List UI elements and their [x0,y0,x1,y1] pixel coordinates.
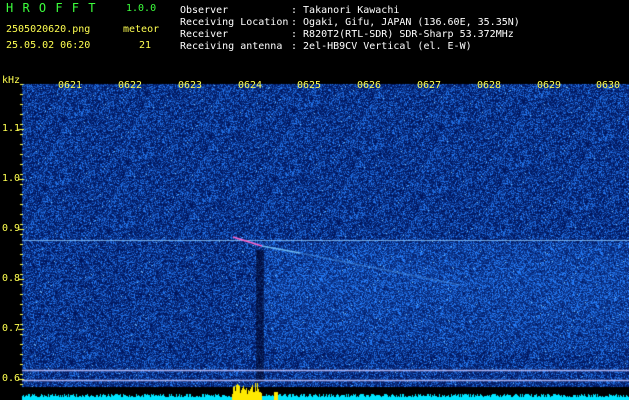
date-time: 25.05.02 06:20 [6,40,91,51]
app-title: H R O F F T [6,1,97,15]
info-label-receiver: Receiver [180,29,229,40]
x-tick-label: 0622 [118,80,143,91]
info-label-location: Receiving Location [180,17,289,28]
y-tick-label: 0.9 [1,223,20,234]
y-tick-label: 0.8 [1,273,20,284]
header-panel: H R O F F T 1.0.0 2505020620.png 25.05.0… [0,0,629,72]
x-tick-label: 0628 [477,80,502,91]
x-tick-label: 0627 [417,80,442,91]
x-tick-label: 0621 [58,80,83,91]
info-value-antenna: : 2el-HB9CV Vertical (el. E-W) [291,41,472,52]
file-name: 2505020620.png [6,24,91,35]
x-tick-label: 0625 [297,80,322,91]
x-tick-label: 0623 [178,80,203,91]
y-tick-label: 1.0 [1,173,20,184]
y-tick-label: 1.1 [1,123,20,134]
y-axis-unit: kHz [2,75,21,86]
x-tick-label: 0626 [357,80,382,91]
meteor-label: meteor [123,24,160,35]
info-value-receiver: : R820T2(RTL-SDR) SDR-Sharp 53.372MHz [291,29,514,40]
info-label-observer: Observer [180,5,229,16]
x-tick-label: 0624 [238,80,263,91]
info-value-observer: : Takanori Kawachi [291,5,400,16]
info-value-location: : Ogaki, Gifu, JAPAN (136.60E, 35.35N) [291,17,520,28]
y-tick-label: 0.7 [1,323,20,334]
app-version: 1.0.0 [126,3,157,14]
meteor-count: 21 [139,40,152,51]
y-tick-label: 0.6 [1,373,20,384]
info-label-antenna: Receiving antenna [180,41,283,52]
spectrogram-canvas [0,72,629,400]
x-tick-label: 0629 [537,80,562,91]
x-tick-label: 0630 [596,80,621,91]
